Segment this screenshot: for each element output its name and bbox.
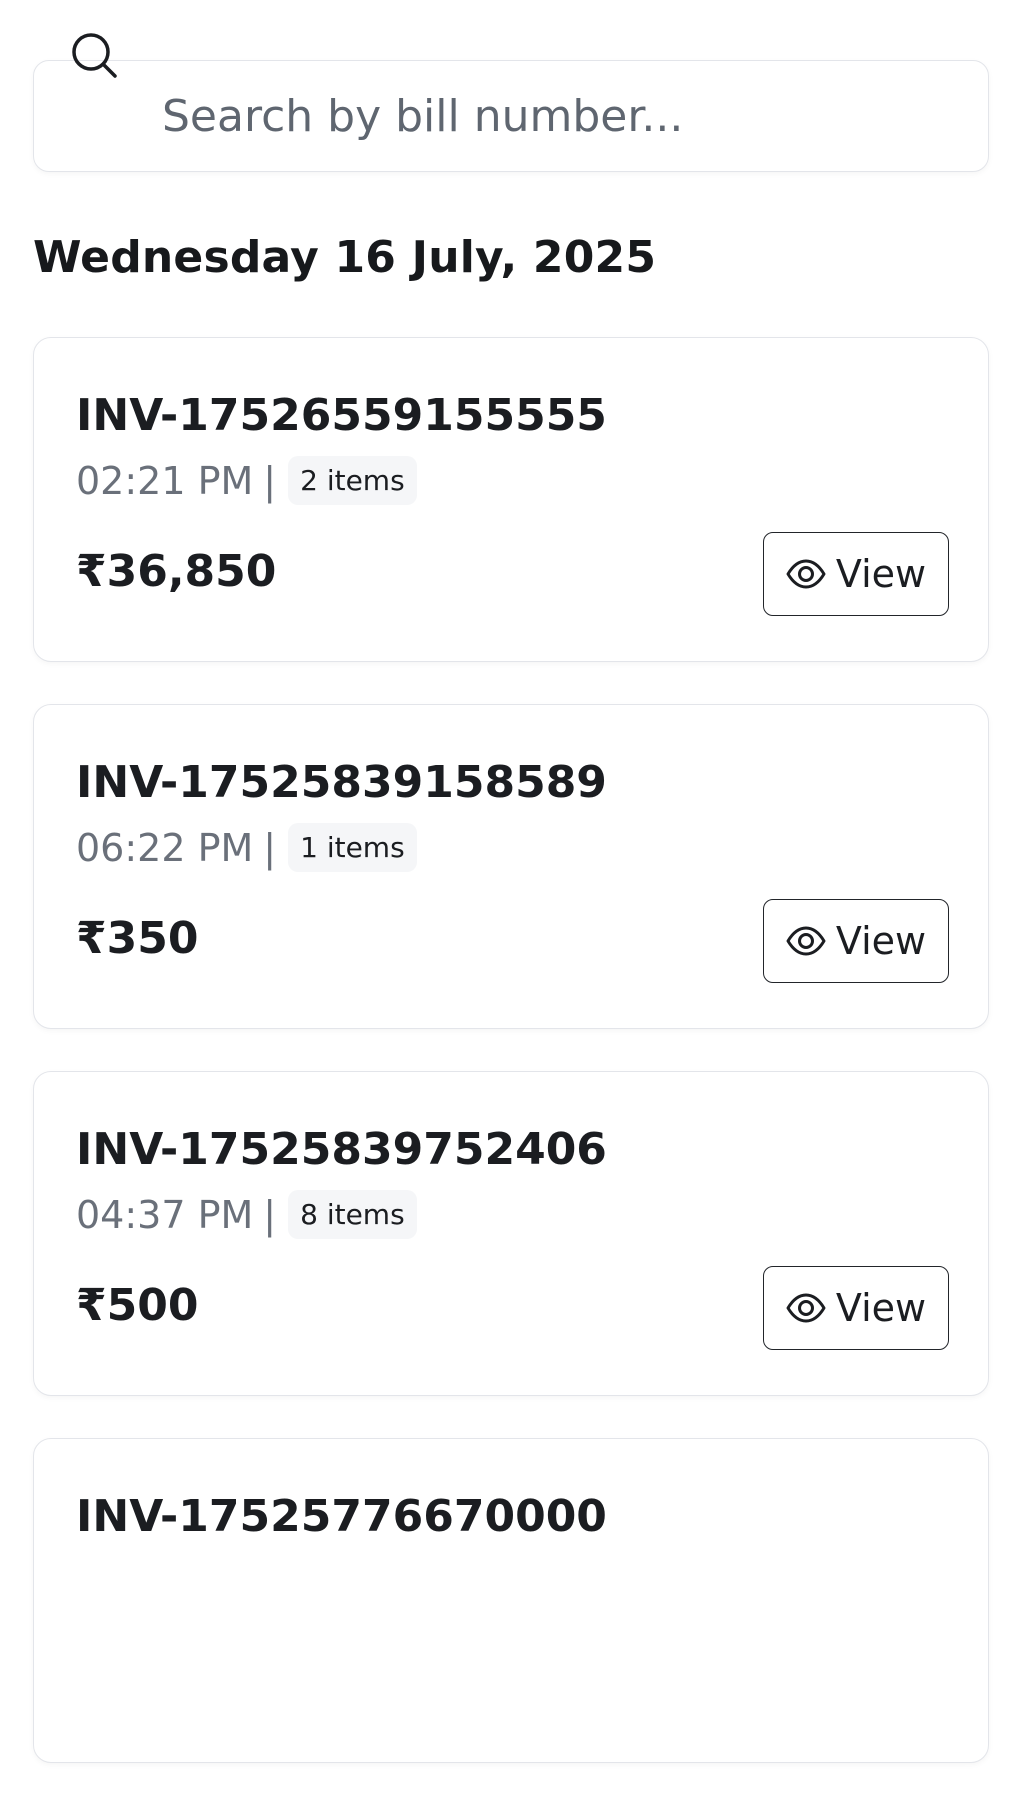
view-button-label: View: [835, 552, 927, 596]
bill-meta: 04:37 PM | 8 items: [76, 1190, 417, 1239]
eye-icon: [786, 559, 826, 589]
meta-separator: |: [263, 825, 277, 870]
items-count-badge: 8 items: [288, 1190, 417, 1239]
bill-time: 04:37 PM: [76, 1192, 254, 1237]
bill-time: 02:21 PM: [76, 458, 254, 503]
bill-list: INV-17526559155555 02:21 PM | 2 items ₹3…: [33, 337, 991, 1805]
view-button-label: View: [835, 919, 927, 963]
bill-amount: ₹500: [76, 1280, 199, 1331]
meta-separator: |: [263, 1192, 277, 1237]
bill-amount: ₹36,850: [76, 546, 277, 597]
bill-number: INV-17525839158589: [76, 757, 607, 808]
bill-amount: ₹350: [76, 913, 199, 964]
view-bill-button[interactable]: View: [763, 899, 949, 983]
bill-meta: 02:21 PM | 2 items: [76, 456, 417, 505]
items-count-badge: 2 items: [288, 456, 417, 505]
bill-time: 06:22 PM: [76, 825, 254, 870]
view-bill-button[interactable]: View: [763, 532, 949, 616]
view-bill-button[interactable]: View: [763, 1266, 949, 1350]
bill-card: INV-17525776670000: [33, 1438, 989, 1763]
bill-meta: 06:22 PM | 1 items: [76, 823, 417, 872]
bill-number: INV-17525839752406: [76, 1124, 607, 1175]
bill-card: INV-17526559155555 02:21 PM | 2 items ₹3…: [33, 337, 989, 662]
eye-icon: [786, 1293, 826, 1323]
view-button-label: View: [835, 1286, 927, 1330]
bill-number: INV-17526559155555: [76, 390, 607, 441]
bill-card: INV-17525839752406 04:37 PM | 8 items ₹5…: [33, 1071, 989, 1396]
eye-icon: [786, 926, 826, 956]
search-input[interactable]: [162, 86, 942, 146]
search-icon: [72, 33, 117, 78]
items-count-badge: 1 items: [288, 823, 417, 872]
meta-separator: |: [263, 458, 277, 503]
bill-card: INV-17525839158589 06:22 PM | 1 items ₹3…: [33, 704, 989, 1029]
date-heading: Wednesday 16 July, 2025: [33, 232, 657, 283]
bill-number: INV-17525776670000: [76, 1491, 607, 1542]
